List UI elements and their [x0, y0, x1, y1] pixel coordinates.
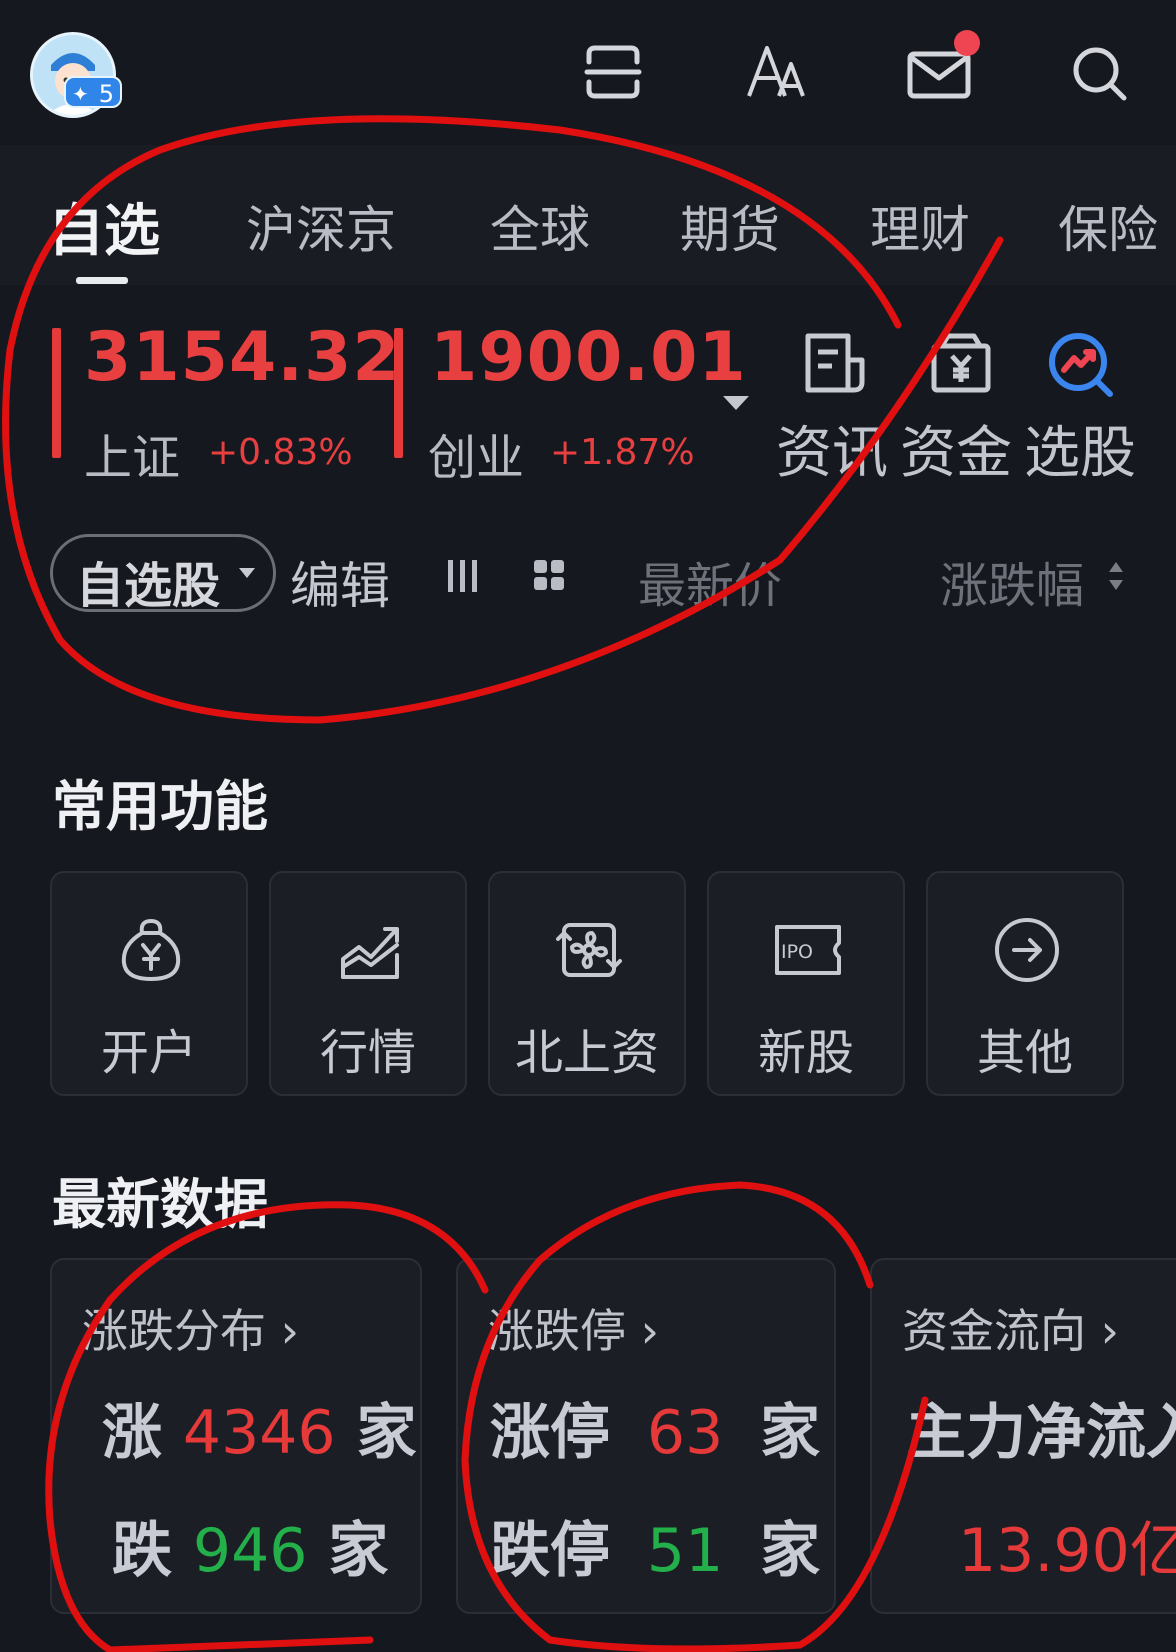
annotation-circle-limits: [461, 1181, 929, 1652]
annotation-circle-distribution: [45, 1201, 489, 1652]
annotation-circle-top: [2, 115, 1004, 724]
annotation-overlay: [2, 115, 1004, 1652]
